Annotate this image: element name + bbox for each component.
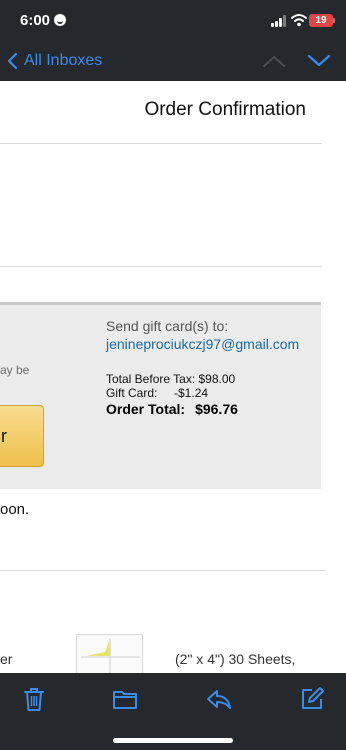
previous-message-button[interactable] (262, 53, 286, 69)
send-gift-card-label: Send gift card(s) to: (106, 318, 229, 334)
order-total-label: Order Total: (106, 401, 186, 417)
top-bar: 6:00 19 All Inboxes (0, 0, 346, 81)
order-total-value: $96.76 (195, 401, 238, 417)
home-indicator (113, 738, 233, 743)
item-description: (2" x 4") 30 Sheets, (175, 651, 296, 667)
back-label: All Inboxes (24, 52, 103, 69)
partial-paragraph: oon. (0, 501, 30, 518)
battery-indicator: 19 (309, 14, 333, 27)
recipient-email-link[interactable]: jenineprociukczj97@gmail.com (106, 336, 299, 352)
divider (0, 266, 322, 267)
battery-nub (333, 18, 335, 23)
view-order-button[interactable]: r (0, 405, 44, 467)
product-thumbnail[interactable] (76, 634, 143, 678)
gift-card-line: Gift Card: -$1.24 (106, 386, 209, 400)
focus-mode-icon (54, 14, 67, 26)
status-time: 6:00 (20, 12, 67, 29)
partial-text: ay be (0, 363, 30, 377)
chevron-left-icon (7, 52, 18, 70)
email-subject: Order Confirmation (144, 99, 306, 120)
back-button[interactable]: All Inboxes (6, 50, 102, 72)
product-image (81, 639, 140, 677)
view-order-label: r (1, 426, 7, 446)
trash-icon[interactable] (20, 685, 48, 713)
reply-icon[interactable] (205, 685, 233, 713)
compose-icon[interactable] (298, 685, 326, 713)
next-message-button[interactable] (307, 53, 331, 69)
status-time-label: 6:00 (20, 12, 51, 29)
wifi-icon (291, 14, 307, 27)
divider (0, 143, 322, 144)
total-before-tax: Total Before Tax: $98.00 (106, 372, 236, 386)
order-total: Order Total: $96.76 (106, 401, 238, 417)
divider (0, 570, 326, 571)
partial-item-text: er (0, 651, 13, 667)
cellular-signal-icon (271, 15, 287, 27)
folder-icon[interactable] (111, 685, 139, 713)
